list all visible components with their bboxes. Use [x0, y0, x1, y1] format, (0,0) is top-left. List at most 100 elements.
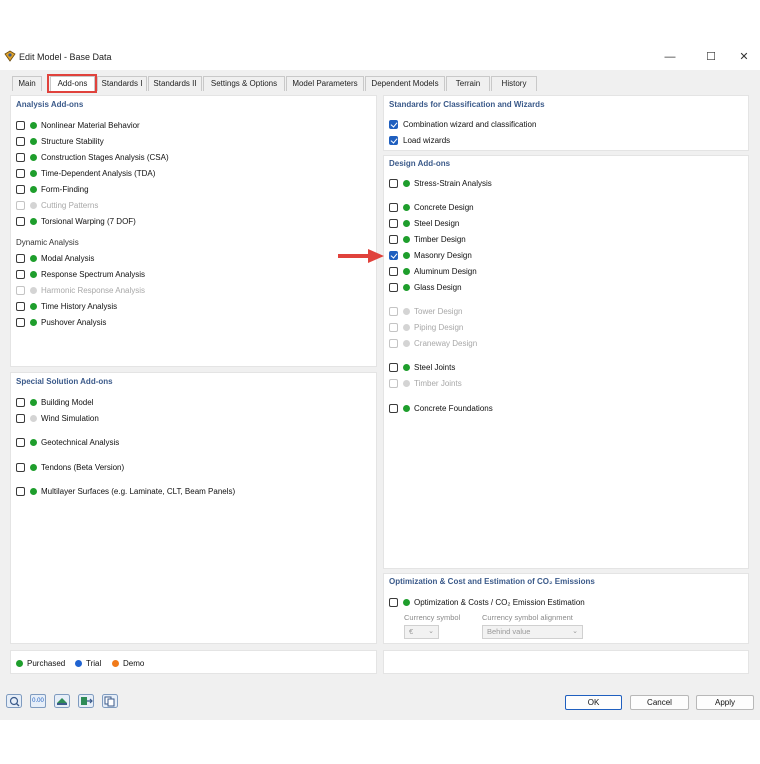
tab-highlight-frame	[47, 74, 97, 93]
addon-checkbox[interactable]	[389, 135, 398, 145]
addon-row[interactable]: Torsional Warping (7 DOF)	[16, 215, 136, 227]
addon-row[interactable]: Timber Joints	[389, 377, 462, 389]
addon-checkbox[interactable]	[389, 266, 398, 276]
help-icon[interactable]	[6, 694, 22, 708]
addon-checkbox[interactable]	[389, 362, 398, 372]
tab-settings-options[interactable]: Settings & Options	[203, 76, 285, 91]
maximize-button[interactable]: ☐	[703, 49, 719, 65]
copy-icon[interactable]	[102, 694, 118, 708]
addon-checkbox[interactable]	[16, 437, 25, 447]
optimization-checkbox[interactable]	[389, 597, 398, 607]
addon-checkbox[interactable]	[16, 168, 25, 178]
units-icon[interactable]: 0.00	[30, 694, 46, 708]
addon-checkbox	[389, 306, 398, 316]
addon-label: Torsional Warping (7 DOF)	[41, 216, 136, 226]
addon-checkbox[interactable]	[16, 486, 25, 496]
addon-row[interactable]: Response Spectrum Analysis	[16, 268, 145, 280]
addon-checkbox[interactable]	[389, 282, 398, 292]
chevron-down-icon: ⌄	[428, 628, 434, 635]
addon-row[interactable]: Cutting Patterns	[16, 199, 98, 211]
addon-row[interactable]: Tendons (Beta Version)	[16, 461, 124, 473]
model-export-icon[interactable]	[78, 694, 94, 708]
addon-row[interactable]: Piping Design	[389, 321, 463, 333]
addon-row[interactable]: Tower Design	[389, 305, 462, 317]
cancel-button[interactable]: Cancel	[630, 695, 689, 710]
tab-standards-ii[interactable]: Standards II	[148, 76, 202, 91]
addon-checkbox[interactable]	[389, 178, 398, 188]
ok-button[interactable]: OK	[565, 695, 622, 710]
addon-label: Response Spectrum Analysis	[41, 269, 146, 279]
optimization-title: Optimization & Cost and Estimation of CO…	[389, 577, 595, 586]
apply-button[interactable]: Apply	[696, 695, 754, 710]
addon-row[interactable]: Modal Analysis	[16, 252, 94, 264]
addon-row[interactable]: Nonlinear Material Behavior	[16, 119, 140, 131]
addon-row[interactable]: Multilayer Surfaces (e.g. Laminate, CLT,…	[16, 485, 235, 497]
addon-checkbox[interactable]	[16, 184, 25, 194]
addon-checkbox[interactable]	[16, 462, 25, 472]
app-icon	[4, 50, 16, 62]
addon-row[interactable]: Aluminum Design	[389, 265, 477, 277]
red-arrow-pointer	[338, 249, 384, 263]
currency-symbol-select[interactable]: € ⌄	[404, 625, 439, 639]
addon-checkbox[interactable]	[389, 202, 398, 212]
addon-row[interactable]: Time-Dependent Analysis (TDA)	[16, 167, 155, 179]
addon-checkbox	[389, 322, 398, 332]
addon-row[interactable]: Stress-Strain Analysis	[389, 177, 492, 189]
minimize-button[interactable]: —	[662, 49, 678, 65]
addon-row[interactable]: Wind Simulation	[16, 412, 99, 424]
addon-checkbox[interactable]	[389, 234, 398, 244]
window-title: Edit Model - Base Data	[19, 52, 112, 62]
addon-row[interactable]: Pushover Analysis	[16, 316, 106, 328]
addon-checkbox[interactable]	[389, 119, 398, 129]
close-button[interactable]: ✕	[736, 49, 752, 65]
optimization-checkbox-row[interactable]: Optimization & Costs / CO₂ Emission Esti…	[389, 596, 585, 608]
addon-checkbox[interactable]	[389, 250, 398, 260]
tab-terrain[interactable]: Terrain	[446, 76, 490, 91]
addon-checkbox[interactable]	[389, 218, 398, 228]
tab-main[interactable]: Main	[12, 76, 42, 91]
addon-checkbox[interactable]	[16, 253, 25, 263]
addon-checkbox[interactable]	[16, 317, 25, 327]
addon-row[interactable]: Glass Design	[389, 281, 462, 293]
addon-checkbox[interactable]	[16, 136, 25, 146]
addon-row[interactable]: Structure Stability	[16, 135, 104, 147]
addon-row[interactable]: Form-Finding	[16, 183, 89, 195]
addon-row[interactable]: Concrete Design	[389, 201, 474, 213]
addon-label: Stress-Strain Analysis	[414, 178, 492, 188]
addon-checkbox[interactable]	[16, 269, 25, 279]
addon-row[interactable]: Steel Design	[389, 217, 459, 229]
addon-row[interactable]: Harmonic Response Analysis	[16, 284, 145, 296]
addon-checkbox[interactable]	[16, 413, 25, 423]
tab-model-parameters[interactable]: Model Parameters	[286, 76, 364, 91]
tab-dependent-models[interactable]: Dependent Models	[365, 76, 445, 91]
model-import-icon[interactable]	[54, 694, 70, 708]
addon-row[interactable]: Concrete Foundations	[389, 402, 493, 414]
currency-alignment-select[interactable]: Behind value ⌄	[482, 625, 583, 639]
optimization-label: Optimization & Costs / CO₂ Emission Esti…	[414, 597, 585, 607]
currency-symbol-value: €	[409, 627, 414, 636]
addon-row[interactable]: Combination wizard and classification	[389, 118, 536, 130]
addon-checkbox[interactable]	[16, 397, 25, 407]
tab-history[interactable]: History	[491, 76, 537, 91]
addon-row[interactable]: Geotechnical Analysis	[16, 436, 119, 448]
addon-row[interactable]: Time History Analysis	[16, 300, 117, 312]
addon-row[interactable]: Masonry Design	[389, 249, 472, 261]
addon-row[interactable]: Building Model	[16, 396, 93, 408]
inactive-dot-icon	[30, 201, 37, 209]
purchased-dot-icon	[403, 267, 410, 275]
addon-checkbox[interactable]	[389, 403, 398, 413]
addon-checkbox[interactable]	[16, 216, 25, 226]
title-bar: Edit Model - Base Data — ☐ ✕	[0, 44, 760, 70]
addon-row[interactable]: Construction Stages Analysis (CSA)	[16, 151, 169, 163]
addon-row[interactable]: Load wizards	[389, 134, 450, 146]
addon-checkbox[interactable]	[16, 120, 25, 130]
addon-row[interactable]: Timber Design	[389, 233, 466, 245]
tab-standards-i[interactable]: Standards I	[97, 76, 147, 91]
legend-purchased: Purchased	[16, 657, 65, 669]
addon-row[interactable]: Craneway Design	[389, 337, 477, 349]
addon-checkbox[interactable]	[16, 152, 25, 162]
addon-label: Building Model	[41, 397, 94, 407]
purchased-dot-icon	[30, 302, 37, 310]
addon-row[interactable]: Steel Joints	[389, 361, 455, 373]
addon-checkbox[interactable]	[16, 301, 25, 311]
